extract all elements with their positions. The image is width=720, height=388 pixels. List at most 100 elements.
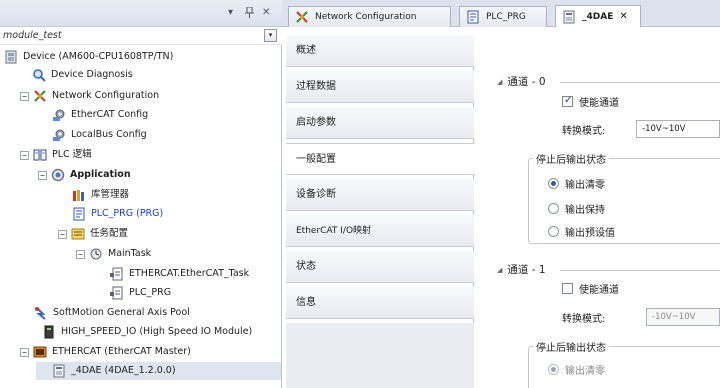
tab-close-icon[interactable]: ✕ bbox=[619, 11, 627, 22]
checkbox-label: 使能通道 bbox=[579, 285, 619, 296]
radio-dot[interactable] bbox=[548, 226, 559, 237]
tree-node-library-manager[interactable]: 库管理器 bbox=[72, 186, 129, 204]
radio-dot[interactable] bbox=[548, 364, 559, 375]
nav-information[interactable]: 信息 bbox=[286, 287, 474, 319]
collapse-toggle[interactable]: − bbox=[38, 170, 47, 180]
collapse-toggle[interactable]: − bbox=[76, 249, 85, 259]
task-call-icon bbox=[110, 286, 124, 300]
checkbox-box[interactable] bbox=[562, 95, 573, 107]
tab-network-configuration[interactable]: Network Configuration bbox=[288, 6, 451, 27]
collapse-toggle[interactable]: − bbox=[20, 347, 29, 357]
tab-label: _4DAE bbox=[582, 11, 614, 22]
task-call-icon bbox=[110, 267, 124, 281]
channel-0-enable-checkbox[interactable]: 使能通道 bbox=[562, 94, 619, 109]
project-dropdown-icon[interactable]: ▾ bbox=[264, 29, 277, 42]
tree-node-plc-logic[interactable]: − PLC 逻辑 bbox=[20, 146, 92, 164]
channel-1-header[interactable]: ◢ 通道 - 1 bbox=[497, 262, 546, 277]
tree-node-label: ETHERCAT.EtherCAT_Task bbox=[129, 268, 250, 279]
tree-node-localbus-config[interactable]: LocalBus Config bbox=[52, 126, 147, 144]
channel-0-mode-select[interactable]: -10V~10V bbox=[636, 120, 720, 138]
library-manager-icon bbox=[72, 188, 86, 202]
tree-node-label: EtherCAT Config bbox=[71, 109, 149, 120]
tree-node-label: Network Configuration bbox=[52, 90, 160, 101]
radio-label: 输出保持 bbox=[565, 205, 605, 216]
nav-status[interactable]: 状态 bbox=[286, 251, 474, 283]
nav-device-diagnosis[interactable]: 设备诊断 bbox=[286, 179, 474, 211]
tree-node-label: ETHERCAT (EtherCAT Master) bbox=[52, 346, 191, 357]
tree-node-label: LocalBus Config bbox=[71, 129, 147, 140]
tree-node-application[interactable]: − Application bbox=[38, 166, 131, 184]
radio-label: 输出预设值 bbox=[565, 228, 615, 239]
tree-node-label: SoftMotion General Axis Pool bbox=[53, 307, 190, 318]
io-module-icon bbox=[42, 325, 56, 339]
tab-4dae[interactable]: _4DAE ✕ bbox=[555, 5, 641, 27]
tree-node-label: HIGH_SPEED_IO (High Speed IO Module) bbox=[61, 326, 253, 337]
pin-icon[interactable] bbox=[245, 6, 254, 22]
device-editor: 概述 过程数据 启动参数 一般配置 设备诊断 EtherCAT I/O映射 状态… bbox=[282, 27, 720, 388]
tree-node-label: 库管理器 bbox=[91, 189, 130, 200]
nav-startup-parameters[interactable]: 启动参数 bbox=[286, 107, 474, 139]
tree-node-label: MainTask bbox=[108, 248, 152, 259]
collapse-arrow-icon[interactable]: ◢ bbox=[497, 78, 502, 86]
tree-node-plc-prg[interactable]: PLC_PRG (PRG) bbox=[72, 205, 163, 223]
tree-node-label: 任务配置 bbox=[90, 228, 129, 239]
general-config-content: ◢ 通道 - 0 使能通道 转换模式: -10V~10V 停止后输出状态 输出清… bbox=[478, 27, 720, 388]
channel-0-radio-hold[interactable]: 输出保持 bbox=[548, 201, 605, 216]
nav-general-configuration[interactable]: 一般配置 bbox=[286, 143, 475, 175]
network-config-icon bbox=[33, 89, 47, 103]
tree-node-softmotion-axis-pool[interactable]: SoftMotion General Axis Pool bbox=[34, 304, 190, 322]
devices-panel-titlebar: ▾ ✕ bbox=[0, 0, 282, 27]
tree-node-device-diagnosis[interactable]: Device Diagnosis bbox=[32, 66, 133, 84]
radio-dot[interactable] bbox=[548, 203, 559, 214]
collapse-toggle[interactable]: − bbox=[20, 91, 29, 101]
tree-node-4dae[interactable]: _4DAE (4DAE_1.2.0.0) bbox=[36, 362, 281, 380]
panel-close-icon[interactable]: ✕ bbox=[262, 7, 270, 19]
collapse-arrow-icon[interactable]: ◢ bbox=[497, 266, 502, 274]
editor-side-nav: 概述 过程数据 启动参数 一般配置 设备诊断 EtherCAT I/O映射 状态… bbox=[286, 35, 475, 388]
tree-node-ethercat-master[interactable]: − ETHERCAT (EtherCAT Master) bbox=[20, 343, 191, 361]
tree-node-label: _4DAE (4DAE_1.2.0.0) bbox=[71, 365, 176, 376]
channel-0-title: 通道 - 0 bbox=[507, 76, 546, 88]
channel-1-stop-output-legend: 停止后输出状态 bbox=[533, 339, 609, 354]
plc-logic-icon bbox=[33, 148, 47, 162]
radio-label: 输出清零 bbox=[565, 366, 605, 377]
tree-node-plc-prg-call[interactable]: PLC_PRG bbox=[110, 284, 171, 302]
channel-1-enable-checkbox[interactable]: 使能通道 bbox=[562, 281, 619, 296]
panel-menu-dropdown-icon[interactable]: ▾ bbox=[228, 7, 233, 19]
channel-0-header[interactable]: ◢ 通道 - 0 bbox=[497, 74, 546, 89]
module-icon bbox=[52, 364, 66, 378]
nav-overview[interactable]: 概述 bbox=[286, 35, 474, 67]
tree-node-label: Device Diagnosis bbox=[51, 69, 133, 80]
gear-config-icon bbox=[52, 128, 66, 142]
radio-label: 输出清零 bbox=[565, 180, 605, 191]
task-config-icon bbox=[71, 227, 85, 241]
device-icon bbox=[4, 50, 18, 64]
tree-node-ethercat-config[interactable]: EtherCAT Config bbox=[52, 106, 148, 124]
nav-process-data[interactable]: 过程数据 bbox=[286, 71, 474, 103]
channel-1-mode-select[interactable]: -10V~10V bbox=[646, 308, 720, 326]
module-icon bbox=[562, 10, 576, 24]
tree-node-device[interactable]: Device (AM600-CPU1608TP/TN) bbox=[4, 48, 173, 66]
collapse-toggle[interactable]: − bbox=[20, 150, 29, 160]
application-icon bbox=[51, 168, 65, 182]
checkbox-box[interactable] bbox=[562, 283, 573, 294]
tab-plc-prg[interactable]: PLC_PRG bbox=[459, 6, 547, 27]
devices-panel: ▾ ✕ module_test ▾ Device (AM600-CPU1608T… bbox=[0, 0, 282, 388]
axis-pool-icon bbox=[34, 306, 48, 320]
ethercat-master-icon bbox=[33, 345, 47, 359]
channel-1-title: 通道 - 1 bbox=[507, 264, 546, 276]
tree-node-high-speed-io[interactable]: HIGH_SPEED_IO (High Speed IO Module) bbox=[42, 323, 252, 341]
project-selector[interactable]: module_test ▾ bbox=[0, 27, 282, 45]
channel-0-radio-clear[interactable]: 输出清零 bbox=[548, 176, 605, 191]
nav-ethercat-io-mapping[interactable]: EtherCAT I/O映射 bbox=[286, 215, 474, 247]
tree-node-ethercat-task-call[interactable]: ETHERCAT.EtherCAT_Task bbox=[110, 265, 249, 283]
tree-node-task-configuration[interactable]: − 任务配置 bbox=[58, 225, 128, 243]
collapse-toggle[interactable]: − bbox=[58, 229, 67, 239]
checkbox-label: 使能通道 bbox=[579, 98, 619, 109]
program-icon bbox=[466, 10, 480, 24]
tree-node-maintask[interactable]: − MainTask bbox=[76, 245, 151, 263]
channel-1-radio-clear[interactable]: 输出清零 bbox=[548, 362, 605, 377]
tree-node-network-configuration[interactable]: − Network Configuration bbox=[20, 87, 159, 105]
channel-0-radio-preset[interactable]: 输出预设值 bbox=[548, 224, 615, 239]
radio-dot[interactable] bbox=[548, 178, 559, 189]
